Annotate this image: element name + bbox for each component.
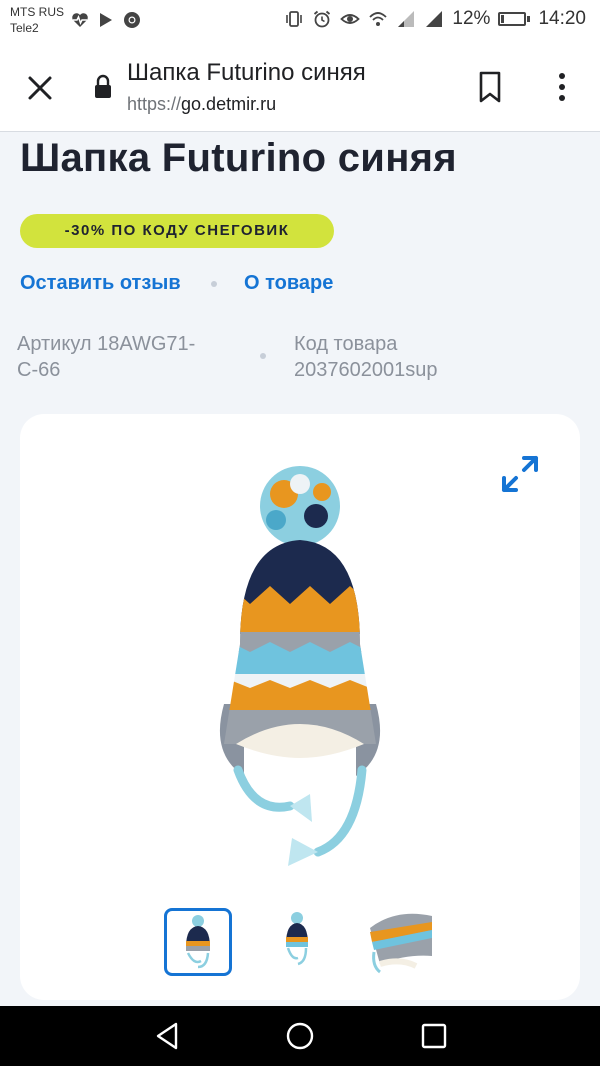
status-bar: MTS RUS Tele2 12% 14:20 [0, 0, 600, 42]
product-code: Код товара 2037602001sup [294, 333, 438, 381]
notification-icons [70, 10, 142, 30]
thumbnail-hat-image [186, 915, 210, 969]
leave-review-link[interactable]: Оставить отзыв [20, 272, 181, 295]
chrome-icon [124, 12, 140, 28]
lock-icon [95, 74, 111, 98]
separator-dot [211, 281, 217, 287]
url-host: go.detmir.ru [181, 94, 277, 114]
clock: 14:20 [538, 8, 586, 29]
browser-toolbar: Шапка Futurino синяя https://go.detmir.r… [0, 42, 600, 132]
system-nav-bar [0, 1006, 600, 1066]
thumbnail-1[interactable] [164, 908, 232, 976]
carrier-info: MTS RUS Tele2 [10, 4, 64, 36]
wifi-icon [369, 12, 388, 26]
battery-percent: 12% [452, 8, 491, 29]
alarm-icon [314, 10, 331, 28]
signal-icon [398, 11, 415, 27]
thumbnail-hat-closeup-image [370, 913, 432, 974]
heart-rate-icon [72, 13, 88, 27]
eye-comfort-icon [340, 14, 361, 24]
article-number: Артикул 18AWG71-С-66 [17, 333, 196, 381]
hat-image[interactable] [180, 454, 420, 874]
signal-icon [426, 11, 443, 27]
carrier-2: Tele2 [10, 21, 39, 35]
url-scheme: https:// [127, 94, 182, 114]
vibrate-icon [286, 11, 303, 27]
play-store-icon [100, 13, 112, 27]
home-icon[interactable] [284, 1020, 316, 1052]
recent-apps-icon[interactable] [418, 1020, 450, 1052]
thumbnail-2[interactable] [266, 908, 334, 976]
separator-dot [260, 353, 266, 359]
system-status: 12% 14:20 [284, 8, 586, 30]
bookmark-icon[interactable] [474, 70, 506, 104]
more-vert-icon[interactable] [546, 70, 578, 104]
promo-badge[interactable]: -30% ПО КОДУ СНЕГОВИК [20, 214, 334, 248]
carrier-1: MTS RUS [10, 5, 64, 19]
product-title: Шапка Futurino синяя [20, 136, 457, 180]
thumbnail-3[interactable] [366, 908, 434, 976]
product-gallery [20, 414, 580, 1000]
page-url[interactable]: https://go.detmir.ru [127, 94, 276, 115]
about-product-link[interactable]: О товаре [244, 272, 333, 295]
expand-icon[interactable] [500, 454, 540, 494]
back-icon[interactable] [152, 1020, 184, 1052]
close-icon[interactable] [24, 72, 56, 104]
page-title[interactable]: Шапка Futurino синяя [127, 59, 366, 87]
thumbnail-hat-image [286, 912, 308, 966]
battery-icon [498, 12, 531, 26]
